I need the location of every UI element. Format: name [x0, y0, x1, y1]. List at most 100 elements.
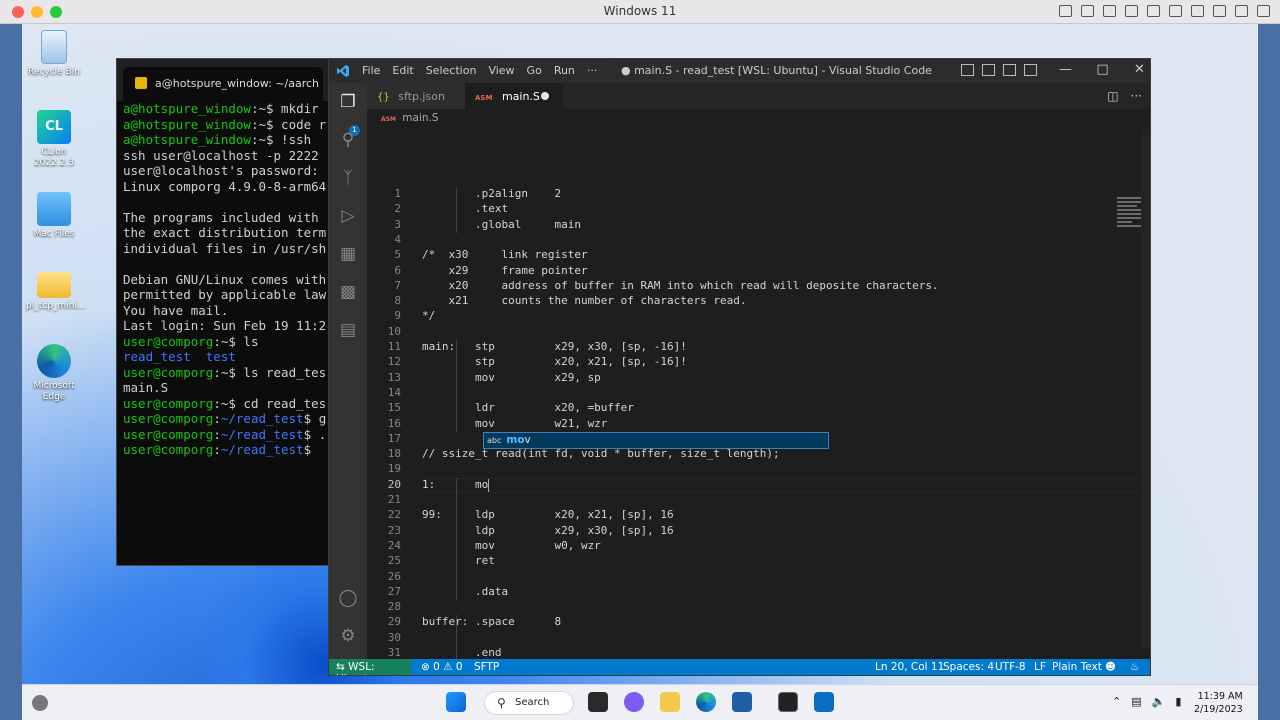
menu-item[interactable]: Edit — [392, 64, 413, 77]
battery-icon[interactable]: ▮ — [1175, 695, 1181, 708]
code-line[interactable]: 15 ldr x20, =buffer — [367, 401, 1150, 416]
code-line[interactable]: 27 .data — [367, 585, 1150, 600]
code-line[interactable]: 8 x21 counts the number of characters re… — [367, 294, 1150, 309]
network-icon[interactable]: ▤ — [1131, 695, 1141, 708]
code-line[interactable]: 22 99: ldp x20, x21, [sp], 16 — [367, 508, 1150, 523]
code-line[interactable]: 14 — [367, 386, 1150, 401]
toggle-panel-icon[interactable] — [982, 64, 995, 76]
code-line[interactable]: 7 x20 address of buffer in RAM into whic… — [367, 279, 1150, 294]
remote-indicator[interactable]: ⇆ WSL: Ubuntu — [329, 659, 411, 675]
mic-icon[interactable] — [1169, 5, 1182, 17]
usb-icon[interactable] — [1103, 5, 1116, 17]
maximize-icon[interactable]: □ — [1084, 62, 1121, 77]
terminal-tab[interactable]: a@hotspure_window: ~/aarch — [123, 67, 323, 101]
vscode-taskbar-icon[interactable] — [814, 692, 834, 712]
source-control-icon[interactable]: ᛉ — [337, 167, 359, 189]
terminal-output[interactable]: a@hotspure_window:~$ mkdir r a@hotspure_w… — [117, 101, 335, 458]
code-line[interactable]: 28 — [367, 600, 1150, 615]
extensions-icon[interactable]: ▦ — [337, 243, 359, 265]
sftp-status[interactable]: SFTP — [474, 661, 499, 673]
feedback-icon[interactable]: ☻ — [1105, 661, 1116, 673]
problems-indicator[interactable]: ⊗ 0 ⚠ 0 — [421, 661, 463, 673]
close-icon[interactable]: ✕ — [1121, 62, 1150, 77]
chevron-up-icon[interactable]: ⌃ — [1112, 695, 1121, 708]
code-line[interactable]: 9 */ — [367, 309, 1150, 324]
terminal-window[interactable]: a@hotspure_window: ~/aarch a@hotspure_wi… — [116, 58, 336, 566]
menu-item[interactable]: Go — [527, 64, 542, 77]
encoding[interactable]: UTF-8 — [995, 661, 1026, 673]
sftp-icon[interactable]: ▤ — [337, 319, 359, 341]
code-line[interactable]: 23 ldp x29, x30, [sp], 16 — [367, 524, 1150, 539]
volume-icon[interactable] — [1147, 5, 1160, 17]
desktop-icon-clion[interactable]: CL CLion 2022.2.3 — [26, 110, 82, 169]
code-line[interactable]: 4 — [367, 233, 1150, 248]
network-icon[interactable] — [1125, 5, 1138, 17]
file-explorer-icon[interactable] — [660, 692, 680, 712]
code-line[interactable]: 30 — [367, 631, 1150, 646]
code-line[interactable]: 21 — [367, 493, 1150, 508]
menu-item[interactable]: ··· — [587, 64, 598, 77]
teams-chat-icon[interactable] — [624, 692, 644, 712]
code-line[interactable]: 2 .text — [367, 202, 1150, 217]
tab-sftp-json[interactable]: {} sftp.json — [367, 83, 465, 109]
code-line[interactable]: 3 .global main — [367, 218, 1150, 233]
code-line[interactable]: 20 1: mo — [367, 478, 1150, 493]
desktop-icon-recycle-bin[interactable]: Recycle Bin — [26, 30, 82, 78]
code-line[interactable]: 18 // ssize_t read(int fd, void * buffer,… — [367, 447, 1150, 462]
manage-gear-icon[interactable]: ⚙ — [337, 625, 359, 647]
search-icon[interactable]: ⚲ — [337, 129, 359, 151]
terminal-icon[interactable] — [778, 692, 798, 712]
more-actions-icon[interactable]: ··· — [1131, 89, 1142, 103]
task-view-icon[interactable] — [588, 692, 608, 712]
share-icon[interactable] — [1235, 5, 1248, 17]
code-line[interactable]: 1 .p2align 2 — [367, 187, 1150, 202]
vertical-scrollbar[interactable] — [1141, 129, 1150, 649]
desktop-icon-folder[interactable]: pi_tcp_mini... — [26, 268, 85, 312]
explorer-icon[interactable]: ❐ — [337, 91, 359, 113]
start-icon[interactable] — [446, 692, 466, 712]
code-editor[interactable]: 1 .p2align 22 .text 3 .global main 4 5/* x3… — [367, 127, 1150, 674]
volume-icon[interactable]: 🔈 — [1152, 695, 1166, 708]
more-icon[interactable] — [1257, 5, 1270, 17]
store-icon[interactable] — [732, 692, 752, 712]
code-line[interactable]: 24 mov w0, wzr — [367, 539, 1150, 554]
code-line[interactable]: 6 x29 frame pointer — [367, 264, 1150, 279]
desktop-icon-mac-files[interactable]: Mac Files — [26, 192, 82, 240]
minimize-icon[interactable]: — — [1047, 62, 1084, 77]
breadcrumb[interactable]: ASM main.S — [381, 112, 439, 124]
code-line[interactable]: 25 ret — [367, 554, 1150, 569]
autocomplete-suggestion[interactable]: abc mov — [483, 432, 829, 449]
weather-icon[interactable] — [32, 695, 48, 711]
toggle-secondary-sidebar-icon[interactable] — [1003, 64, 1016, 76]
code-line[interactable]: 5 /* x30 link register — [367, 248, 1150, 263]
account-icon[interactable]: ◯ — [337, 587, 359, 609]
code-line[interactable]: 11 main: stp x29, x30, [sp, -16]! — [367, 340, 1150, 355]
code-line[interactable]: 10 — [367, 325, 1150, 340]
code-line[interactable]: 26 — [367, 570, 1150, 585]
menu-item[interactable]: View — [488, 64, 514, 77]
edge-icon[interactable] — [696, 692, 716, 712]
end-of-line[interactable]: LF — [1034, 661, 1046, 673]
remote-explorer-icon[interactable]: ▩ — [337, 281, 359, 303]
run-debug-icon[interactable]: ▷ — [337, 205, 359, 227]
split-editor-icon[interactable]: ◫ — [1107, 89, 1118, 103]
folder-icon[interactable] — [1213, 5, 1226, 17]
code-line[interactable]: 13 mov x29, sp — [367, 371, 1150, 386]
code-line[interactable]: 19 — [367, 462, 1150, 477]
language-mode[interactable]: Plain Text — [1052, 661, 1102, 673]
menu-item[interactable]: File — [362, 64, 380, 77]
indentation[interactable]: Spaces: 4 — [943, 661, 994, 673]
desktop-icon-edge[interactable]: Microsoft Edge — [26, 344, 82, 403]
clock[interactable]: 11:39 AM 2/19/2023 — [1194, 690, 1243, 716]
cursor-position[interactable]: Ln 20, Col 11 — [875, 661, 944, 673]
notifications-bell-icon[interactable]: ♨ — [1130, 661, 1139, 673]
toggle-sidebar-icon[interactable] — [961, 64, 974, 76]
disk-icon[interactable] — [1081, 5, 1094, 17]
code-line[interactable]: 16 mov w21, wzr — [367, 417, 1150, 432]
unsaved-dot-icon[interactable] — [541, 92, 549, 100]
printer-icon[interactable] — [1191, 5, 1204, 17]
code-line[interactable]: 12 stp x20, x21, [sp, -16]! — [367, 355, 1150, 370]
menu-item[interactable]: Selection — [426, 64, 477, 77]
menu-item[interactable]: Run — [554, 64, 575, 77]
search-box[interactable]: ⚲ Search — [484, 691, 574, 715]
